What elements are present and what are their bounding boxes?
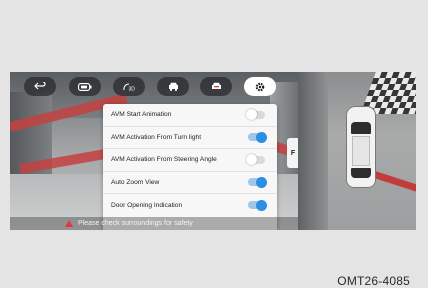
steering-sensor-icon: 3D — [123, 82, 136, 92]
warning-icon — [65, 220, 73, 227]
front-view-button[interactable] — [157, 77, 189, 96]
toggle-switch[interactable] — [248, 176, 267, 188]
setting-row-steering-angle[interactable]: AVM Activation From Steering Angle — [103, 149, 277, 172]
car-windshield — [351, 122, 371, 134]
setting-row-turn-light[interactable]: AVM Activation From Turn light — [103, 127, 277, 149]
rear-view-button[interactable] — [200, 77, 232, 96]
setting-label: Auto Zoom View — [111, 178, 160, 186]
car-rear-window — [351, 168, 371, 178]
setting-row-start-animation[interactable]: AVM Start Animation — [103, 104, 277, 127]
surround-pillar — [298, 72, 328, 230]
setting-row-auto-zoom[interactable]: Auto Zoom View — [103, 172, 277, 194]
toggle-switch[interactable] — [248, 131, 267, 143]
setting-label: AVM Activation From Turn light — [111, 133, 202, 141]
toggle-knob — [246, 109, 257, 121]
setting-label: AVM Activation From Steering Angle — [111, 156, 217, 164]
car-rear-icon — [211, 82, 221, 89]
surround-view — [298, 72, 416, 230]
figure-code: OMT26-4085 — [337, 274, 410, 288]
safety-warning-bar: Please check surroundings for safety — [10, 217, 298, 230]
svg-text:3D: 3D — [129, 86, 136, 92]
steering-view-button[interactable]: 3D — [113, 77, 145, 96]
setting-label: Door Opening Indication — [111, 201, 183, 209]
warning-text: Please check surroundings for safety — [78, 220, 193, 227]
toggle-knob — [256, 199, 267, 211]
avm-settings-panel: AVM Start Animation AVM Activation From … — [103, 104, 277, 230]
gear-icon — [255, 82, 265, 91]
toggle-switch[interactable] — [246, 109, 265, 121]
top-view-button[interactable] — [69, 77, 101, 96]
toggle-switch[interactable] — [246, 154, 265, 166]
battery-icon — [78, 82, 92, 91]
display-screen: 3D AVM Start Animation AVM Activation Fr… — [10, 72, 416, 230]
toggle-knob — [256, 131, 267, 143]
toggle-knob — [256, 176, 267, 188]
toggle-knob — [246, 154, 257, 166]
car-front-icon — [168, 82, 178, 91]
car-roof — [352, 136, 370, 166]
view-toolbar: 3D — [10, 76, 298, 98]
settings-button[interactable] — [244, 77, 276, 96]
setting-label: AVM Start Animation — [111, 111, 172, 119]
setting-row-door-opening[interactable]: Door Opening Indication — [103, 194, 277, 217]
toggle-switch[interactable] — [248, 199, 267, 211]
back-button[interactable] — [24, 77, 56, 96]
vehicle-top-view-icon — [346, 106, 376, 188]
back-arrow-icon — [34, 82, 46, 90]
